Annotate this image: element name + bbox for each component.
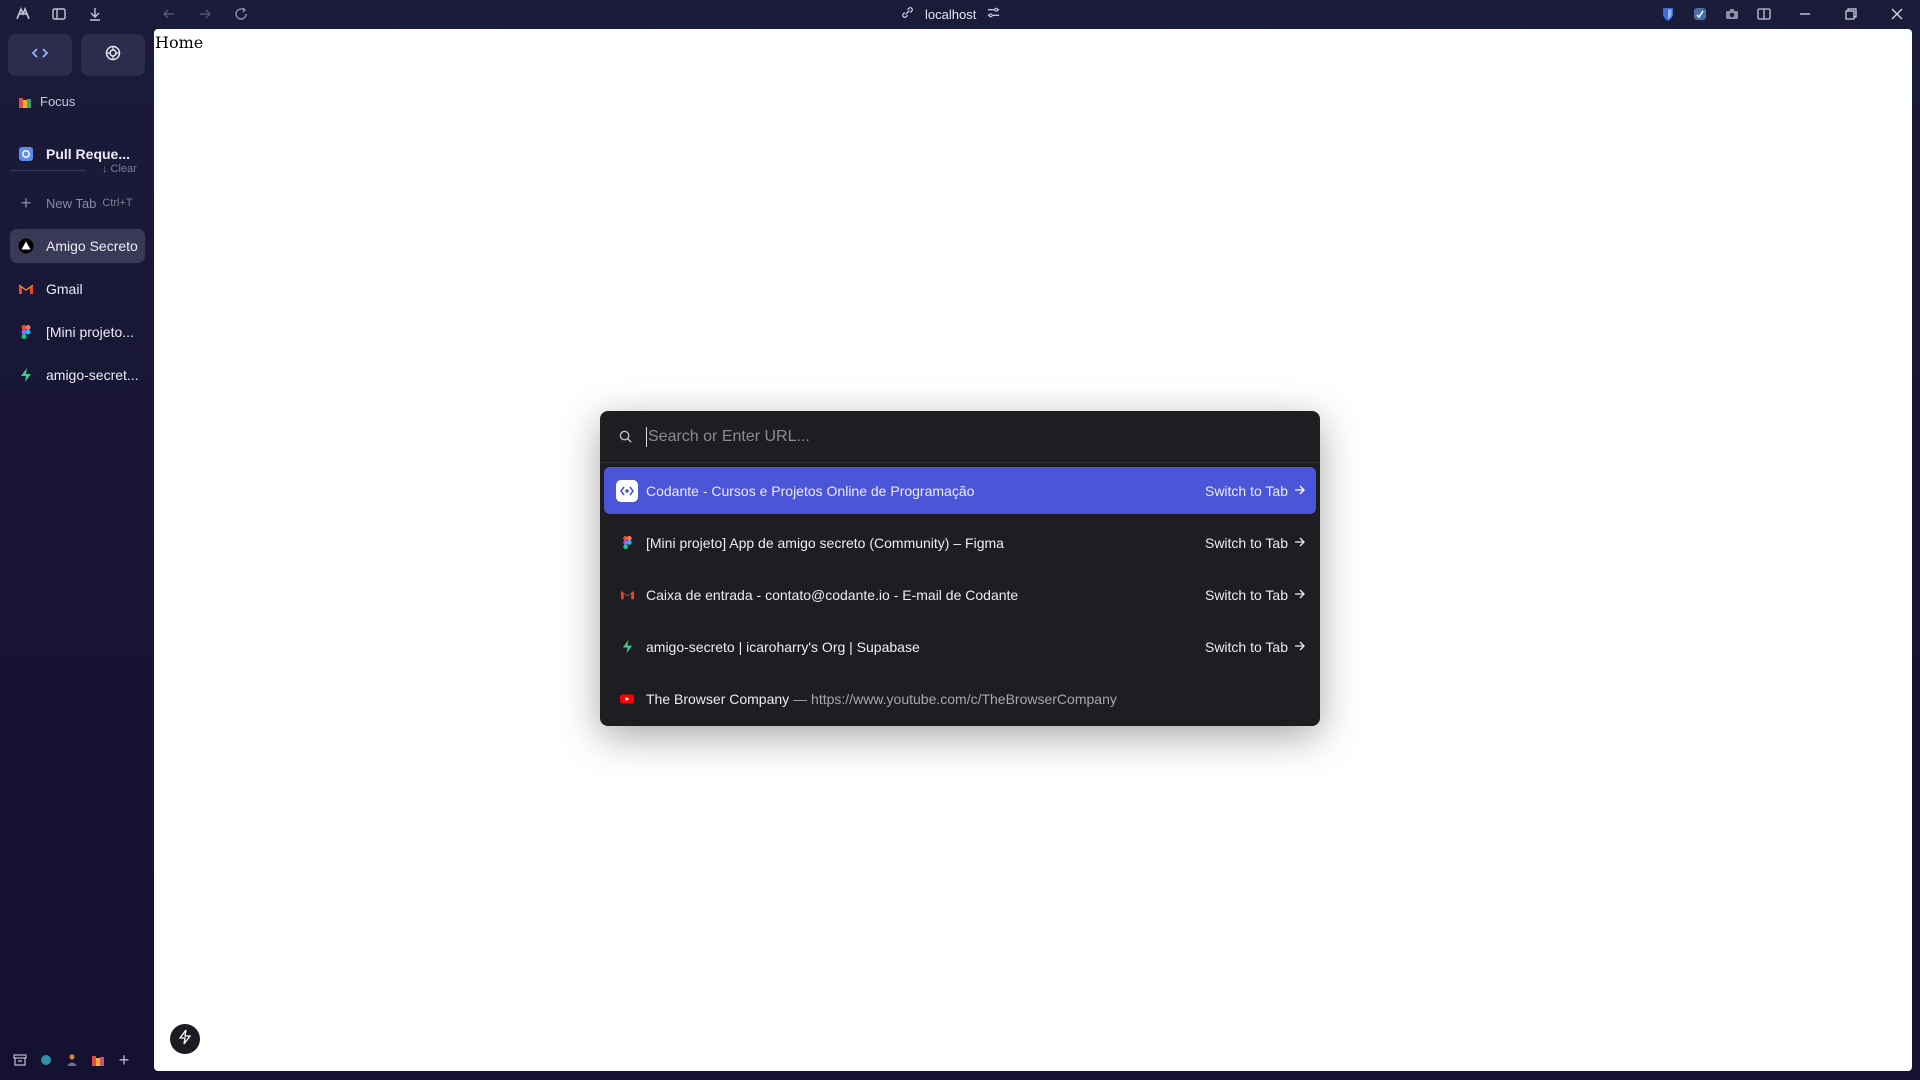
clear-label: Clear bbox=[110, 163, 137, 175]
add-space-icon[interactable]: + bbox=[116, 1050, 132, 1070]
pinned-dev-tools-button[interactable] bbox=[8, 34, 72, 76]
result-title: amigo-secreto | icaroharry's Org | Supab… bbox=[646, 638, 920, 655]
arrow-right-icon bbox=[1294, 587, 1306, 603]
space-focus[interactable]: Focus bbox=[18, 94, 75, 109]
result-title: [Mini projeto] App de amigo secreto (Com… bbox=[646, 534, 1004, 551]
arrow-right-icon bbox=[1294, 483, 1306, 499]
archive-icon[interactable] bbox=[12, 1052, 28, 1068]
tab-amigo-secreto[interactable]: Amigo Secreto bbox=[10, 229, 145, 263]
codante-icon bbox=[616, 479, 638, 502]
switch-to-tab-action[interactable]: Switch to Tab bbox=[1205, 535, 1306, 551]
action-label: Switch to Tab bbox=[1204, 482, 1288, 499]
action-label: Switch to Tab bbox=[1204, 638, 1288, 655]
new-tab-shortcut: Ctrl+T bbox=[102, 197, 133, 209]
tab-label: amigo-secret... bbox=[46, 367, 139, 383]
new-tab-button[interactable]: + New Tab Ctrl+T bbox=[10, 186, 145, 220]
figma-icon bbox=[616, 532, 638, 554]
result-title: Caixa de entrada - contato@codante.io - … bbox=[646, 586, 1019, 603]
result-title: The Browser Company bbox=[646, 690, 790, 707]
supabase-icon bbox=[616, 636, 638, 658]
sidebar-toggle-icon[interactable] bbox=[50, 5, 68, 23]
switch-to-tab-action[interactable]: Switch to Tab bbox=[1205, 639, 1306, 655]
camera-icon[interactable] bbox=[1723, 5, 1741, 23]
supabase-icon bbox=[18, 367, 34, 383]
result-row[interactable]: The Browser Company — https://www.youtub… bbox=[604, 675, 1316, 722]
sidebar-footer: + bbox=[12, 1050, 132, 1070]
tab-label: Gmail bbox=[46, 281, 83, 297]
pinned-chatgpt-button[interactable] bbox=[81, 34, 145, 76]
action-label: Switch to Tab bbox=[1204, 534, 1288, 551]
result-row[interactable]: amigo-secreto | icaroharry's Org | Supab… bbox=[604, 623, 1316, 670]
search-icon bbox=[618, 429, 634, 445]
space-label: Focus bbox=[40, 94, 76, 109]
close-window-icon[interactable] bbox=[1888, 5, 1906, 23]
tab-supabase[interactable]: amigo-secret... bbox=[10, 358, 145, 392]
url-text[interactable]: localhost bbox=[925, 7, 976, 22]
sidebar: Focus Pull Reque... ↓ Clear + New Tab Ct… bbox=[0, 28, 154, 1080]
arrow-down-icon: ↓ bbox=[102, 163, 108, 175]
switch-to-tab-action[interactable]: Switch to Tab bbox=[1205, 587, 1306, 603]
download-icon[interactable] bbox=[86, 5, 104, 23]
space-globe-icon[interactable] bbox=[38, 1052, 54, 1068]
command-search-row bbox=[600, 411, 1320, 463]
gmail-icon bbox=[616, 584, 638, 606]
back-icon[interactable] bbox=[160, 5, 178, 23]
arrow-right-icon bbox=[1294, 639, 1306, 655]
forward-icon[interactable] bbox=[196, 5, 214, 23]
lightning-icon bbox=[177, 1029, 193, 1050]
extension-icon[interactable] bbox=[1691, 5, 1709, 23]
space-books-icon[interactable] bbox=[90, 1052, 106, 1068]
books-icon bbox=[18, 95, 32, 109]
arc-logo-icon[interactable] bbox=[14, 5, 32, 23]
triangle-logo-icon bbox=[18, 238, 34, 254]
openai-icon bbox=[104, 44, 122, 67]
tab-figma[interactable]: [Mini projeto... bbox=[10, 315, 145, 349]
site-settings-icon[interactable] bbox=[986, 5, 1001, 23]
split-view-icon[interactable] bbox=[1755, 5, 1773, 23]
youtube-icon bbox=[616, 688, 638, 710]
arrow-right-icon bbox=[1294, 535, 1306, 551]
command-bar: Codante - Cursos e Projetos Online de Pr… bbox=[600, 411, 1320, 726]
result-row[interactable]: Codante - Cursos e Projetos Online de Pr… bbox=[604, 467, 1316, 514]
bitwarden-extension-icon[interactable] bbox=[1659, 5, 1677, 23]
result-subtitle: — https://www.youtube.com/c/TheBrowserCo… bbox=[793, 690, 1117, 707]
restore-icon[interactable] bbox=[1842, 5, 1860, 23]
tab-label: Amigo Secreto bbox=[46, 238, 138, 254]
space-people-icon[interactable] bbox=[64, 1052, 80, 1068]
search-input[interactable] bbox=[646, 426, 1250, 447]
result-row[interactable]: Caixa de entrada - contato@codante.io - … bbox=[604, 571, 1316, 618]
tab-label: [Mini projeto... bbox=[46, 324, 134, 340]
window-toolbar: localhost bbox=[0, 0, 1920, 28]
new-tab-label: New Tab bbox=[46, 195, 97, 211]
switch-to-tab-action[interactable]: Switch to Tab bbox=[1205, 483, 1306, 499]
gmail-icon bbox=[18, 281, 34, 297]
reload-icon[interactable] bbox=[232, 5, 250, 23]
page-home-text: Home bbox=[155, 33, 204, 52]
action-label: Switch to Tab bbox=[1204, 586, 1288, 603]
result-title: Codante - Cursos e Projetos Online de Pr… bbox=[646, 482, 975, 499]
pinned-tab-label: Pull Reque... bbox=[46, 146, 131, 162]
tab-gmail[interactable]: Gmail bbox=[10, 272, 145, 306]
result-row[interactable]: [Mini projeto] App de amigo secreto (Com… bbox=[604, 519, 1316, 566]
github-icon bbox=[18, 146, 34, 162]
figma-icon bbox=[18, 324, 34, 340]
plus-icon: + bbox=[20, 192, 32, 213]
minimize-icon[interactable] bbox=[1796, 5, 1814, 23]
tabs-divider bbox=[10, 170, 86, 171]
boost-button[interactable] bbox=[170, 1024, 200, 1054]
code-brackets-icon bbox=[31, 44, 49, 67]
url-bar[interactable]: localhost bbox=[900, 4, 1001, 24]
link-icon bbox=[900, 5, 915, 23]
clear-tabs-button[interactable]: ↓ Clear bbox=[102, 163, 137, 175]
